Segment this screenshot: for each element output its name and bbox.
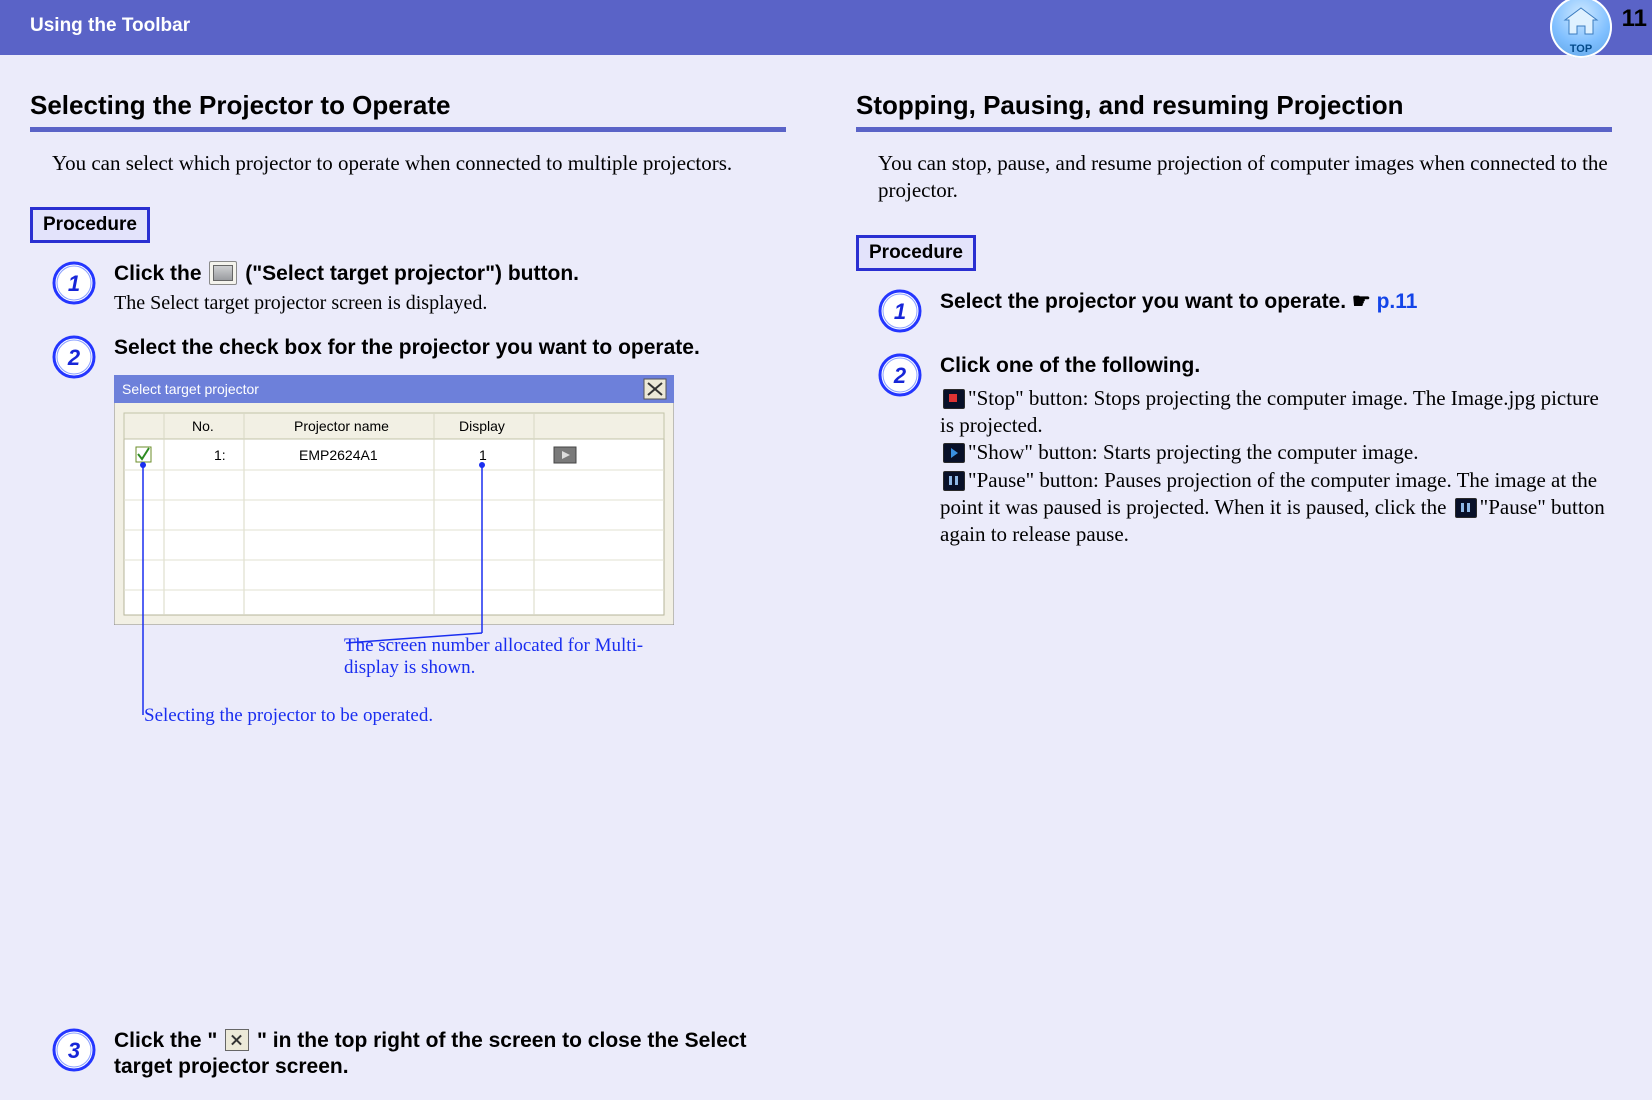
stop-desc: "Stop" button: Stops projecting the comp… [940,386,1599,437]
svg-text:2: 2 [67,345,81,370]
step-badge: 2 [878,353,922,397]
top-icon-label: TOP [1550,43,1612,55]
step-3-title-before: Click the " [114,1029,217,1052]
step-3-left: 3 Click the " " in the top right of the … [52,1028,786,1081]
svg-text:1: 1 [479,447,487,463]
step-1-title: Click the ("Select target projector") bu… [114,261,786,287]
procedure-label-left: Procedure [30,207,150,243]
svg-text:EMP2624A1: EMP2624A1 [299,447,378,463]
topbar-title: Using the Toolbar [0,0,190,37]
stop-icon [943,389,965,409]
intro-text-left: You can select which projector to operat… [52,150,786,177]
svg-text:Select target projector: Select target projector [122,381,259,397]
top-bar: Using the Toolbar TOP 11 [0,0,1652,55]
step-1-sub: The Select target projector screen is di… [114,292,786,315]
svg-text:No.: No. [192,418,214,434]
step-2-right-desc: "Stop" button: Stops projecting the comp… [940,385,1612,549]
svg-text:1: 1 [894,299,906,324]
step-badge: 1 [52,261,96,305]
heading-underline [856,127,1612,132]
step-2-title: Select the check box for the projector y… [114,335,786,361]
top-home-icon[interactable]: TOP [1550,0,1612,58]
step-1-right: 1 Select the projector you want to opera… [878,289,1612,333]
step-1-title-before: Click the [114,262,207,285]
step-2-right-title: Click one of the following. [940,353,1612,379]
right-column: Stopping, Pausing, and resuming Projecti… [826,90,1652,1100]
callout-display: The screen number allocated for Multi-di… [344,635,664,679]
pointer-icon: ☛ [1352,290,1371,313]
svg-text:1: 1 [68,271,80,296]
section-heading-left: Selecting the Projector to Operate [30,90,786,121]
svg-text:Projector name: Projector name [294,418,389,434]
step-1-title-after: ("Select target projector") button. [245,262,579,285]
show-icon [943,443,965,463]
pause-icon [1455,498,1477,518]
step-2-right: 2 Click one of the following. "Stop" but… [878,353,1612,549]
callout-select: Selecting the projector to be operated. [144,705,433,727]
procedure-label-right: Procedure [856,235,976,271]
page-content: Selecting the Projector to Operate You c… [0,55,1652,1100]
svg-text:1:: 1: [214,447,226,463]
step-1-right-title: Select the projector you want to operate… [940,289,1612,315]
close-icon [225,1029,249,1051]
step-badge: 1 [878,289,922,333]
step-3-title: Click the " " in the top right of the sc… [114,1028,786,1081]
select-target-dialog: Select target projector No. [114,375,786,1000]
page-link[interactable]: p.11 [1377,290,1418,313]
show-desc: "Show" button: Starts projecting the com… [968,440,1419,464]
svg-text:2: 2 [893,363,907,388]
step-badge: 3 [52,1028,96,1072]
svg-text:Display: Display [459,418,505,434]
dialog-illustration: Select target projector No. [114,375,674,625]
heading-underline [30,127,786,132]
pause-icon [943,471,965,491]
select-target-icon [209,261,237,285]
intro-text-right: You can stop, pause, and resume projecti… [878,150,1612,205]
step-badge: 2 [52,335,96,379]
left-column: Selecting the Projector to Operate You c… [0,90,826,1100]
svg-text:3: 3 [68,1038,80,1063]
page-number: 11 [1622,5,1647,33]
step-1-right-text: Select the projector you want to operate… [940,290,1352,313]
step-1-left: 1 Click the ("Select target projector") … [52,261,786,314]
step-2-left: 2 Select the check box for the projector… [52,335,786,1008]
section-heading-right: Stopping, Pausing, and resuming Projecti… [856,90,1612,121]
